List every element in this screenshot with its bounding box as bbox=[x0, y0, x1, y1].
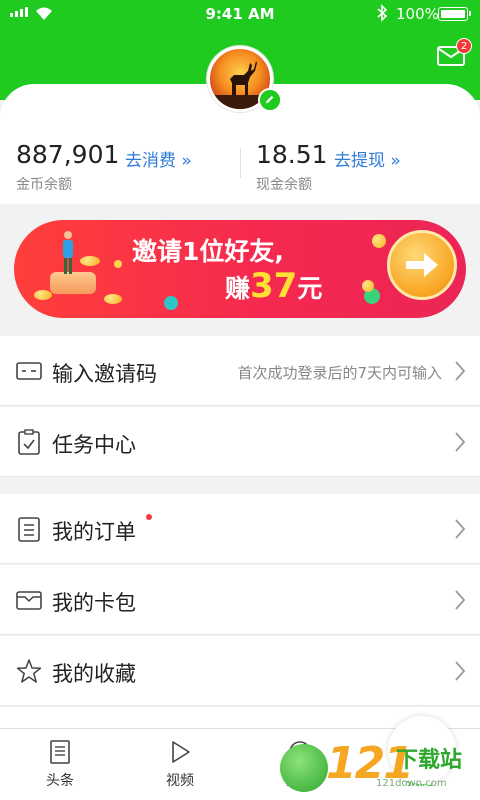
new-order-dot bbox=[146, 514, 152, 520]
battery-percent: 100% bbox=[396, 5, 439, 23]
cash-balance-label: 现金余额 bbox=[256, 177, 312, 193]
chevron-right-icon bbox=[455, 361, 466, 381]
menu-item-label: 我的卡包 bbox=[52, 591, 136, 615]
tab-label: 视频 bbox=[166, 773, 194, 789]
arrow-right-icon bbox=[406, 253, 438, 277]
bluetooth-icon bbox=[377, 4, 388, 22]
play-icon bbox=[172, 741, 190, 763]
banner-earn-suffix: 元 bbox=[297, 274, 323, 303]
confetti-dot bbox=[164, 296, 178, 310]
watermark-name: 下载站 bbox=[396, 748, 463, 773]
invite-code-icon bbox=[16, 362, 42, 380]
coin-decoration bbox=[372, 234, 386, 248]
coin-balance-label: 金币余额 bbox=[16, 177, 72, 193]
chevron-right-icon bbox=[455, 519, 466, 539]
star-icon bbox=[16, 659, 42, 683]
invite-friend-banner[interactable]: 邀请1位好友, 赚37元 bbox=[14, 220, 466, 318]
menu-item-label: 输入邀请码 bbox=[52, 362, 157, 386]
battery-icon bbox=[438, 7, 471, 21]
banner-earn-prefix: 赚 bbox=[225, 274, 251, 303]
tab-label: 头条 bbox=[46, 773, 74, 789]
edit-pencil-icon[interactable] bbox=[258, 88, 282, 112]
menu-item-my-orders[interactable]: 我的订单 bbox=[0, 494, 480, 564]
menu-item-label: 我的收藏 bbox=[52, 662, 136, 686]
banner-section: 邀请1位好友, 赚37元 bbox=[0, 204, 480, 334]
menu-item-label: 我的订单 bbox=[52, 520, 136, 544]
menu-item-card-wallet[interactable]: 我的卡包 bbox=[0, 565, 480, 635]
tab-video[interactable]: 视频 bbox=[120, 729, 240, 800]
news-icon bbox=[50, 740, 70, 764]
task-clipboard-icon bbox=[18, 429, 40, 455]
watermark-logo-icon bbox=[280, 744, 328, 792]
mail-unread-badge: 2 bbox=[456, 38, 472, 54]
confetti-dot bbox=[114, 260, 122, 268]
status-bar: 9:41 AM 100% bbox=[0, 0, 480, 28]
menu-item-favorites[interactable]: 我的收藏 bbox=[0, 636, 480, 706]
banner-headline: 邀请1位好友, bbox=[132, 237, 284, 266]
coin-decoration bbox=[80, 256, 100, 266]
person-figure-icon bbox=[63, 231, 73, 274]
spend-coins-link[interactable]: 去消费 » bbox=[125, 146, 192, 171]
banner-reward: 赚37元 bbox=[225, 266, 322, 306]
banner-earn-amount: 37 bbox=[250, 266, 298, 306]
chevron-right-icon bbox=[455, 590, 466, 610]
watermark-url: 121down.com bbox=[376, 778, 447, 789]
chevron-right-icon bbox=[455, 661, 466, 681]
card-wallet-icon bbox=[16, 591, 42, 610]
coin-decoration bbox=[34, 290, 52, 300]
menu-item-hint: 首次成功登录后的7天内可输入 bbox=[237, 364, 442, 382]
banner-go-button[interactable] bbox=[387, 230, 457, 300]
coin-decoration bbox=[104, 294, 122, 304]
balance-divider bbox=[240, 148, 241, 178]
menu-item-task-center[interactable]: 任务中心 bbox=[0, 407, 480, 477]
withdraw-cash-link[interactable]: 去提现 » bbox=[334, 146, 401, 171]
menu-item-invite-code[interactable]: 输入邀请码 首次成功登录后的7天内可输入 bbox=[0, 336, 480, 406]
coin-balance-value: 887,901 bbox=[16, 140, 120, 169]
coin-decoration bbox=[362, 280, 374, 292]
section-gap bbox=[0, 478, 480, 494]
order-list-icon bbox=[18, 517, 40, 542]
menu-item-label: 任务中心 bbox=[52, 433, 136, 457]
chevron-right-icon bbox=[455, 432, 466, 452]
tab-news[interactable]: 头条 bbox=[0, 729, 120, 800]
cash-balance-value: 18.51 bbox=[256, 140, 328, 169]
site-watermark: 121 下载站 121down.com bbox=[280, 738, 470, 798]
